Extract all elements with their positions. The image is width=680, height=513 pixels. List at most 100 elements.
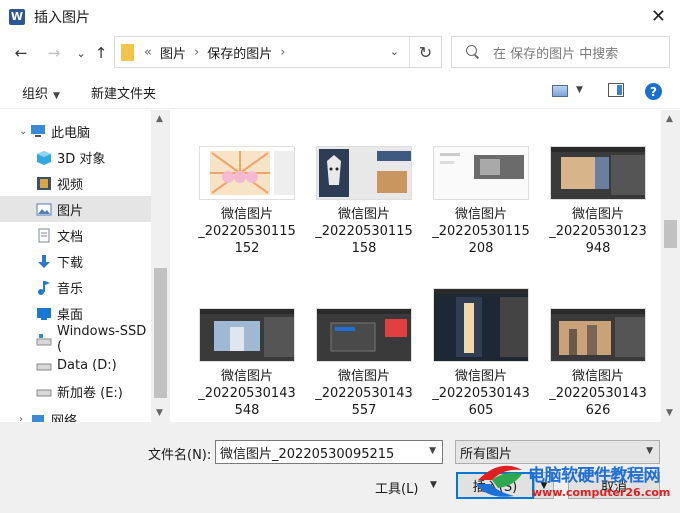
sidebar-item-label: Data (D:): [57, 357, 117, 373]
help-icon[interactable]: ?: [645, 83, 662, 100]
file-name: 微信图片 _20220530143 626: [549, 369, 647, 418]
navigation-bar: ← → ⌄ ↑ « 图片 › 保存的图片 › ⌄ ↻ 在 保存的图片 中搜索: [0, 33, 680, 73]
sidebar-item-windows-ssd[interactable]: Windows-SSD (: [0, 324, 151, 354]
file-list-scrollbar[interactable]: ▲ ▼: [661, 110, 680, 422]
desktop-icon: [36, 306, 52, 321]
sidebar-item-videos[interactable]: 视频: [0, 170, 151, 196]
preview-pane-icon[interactable]: [608, 83, 624, 97]
sidebar-item-data-d[interactable]: Data (D:): [0, 352, 151, 378]
cube-3d-icon: [36, 150, 52, 165]
chevron-down-icon[interactable]: ⌄: [19, 126, 27, 137]
scrollbar-thumb[interactable]: [664, 220, 677, 248]
search-icon: [466, 45, 480, 59]
new-folder-button[interactable]: 新建文件夹: [91, 83, 156, 102]
sidebar-item-documents[interactable]: 文档: [0, 222, 151, 248]
sidebar-item-3d-objects[interactable]: 3D 对象: [0, 144, 151, 170]
sidebar-item-label: 下载: [57, 255, 84, 271]
sidebar-item-label: 文档: [57, 229, 84, 245]
sidebar-item-label: 此电脑: [51, 125, 91, 141]
sidebar-item-this-pc[interactable]: ⌄ 此电脑: [0, 118, 151, 144]
drive-windows-icon: [36, 332, 52, 347]
command-toolbar: 组织 ▼ 新建文件夹 ▼ ?: [0, 73, 680, 109]
sidebar-item-label: 新加卷 (E:): [57, 385, 123, 401]
network-icon: [30, 412, 46, 423]
video-icon: [36, 176, 52, 191]
word-app-icon: W: [9, 8, 25, 25]
up-button[interactable]: ↑: [90, 42, 112, 64]
thumbnail-image: [433, 288, 529, 362]
organize-button[interactable]: 组织 ▼: [22, 83, 60, 102]
scroll-up-icon[interactable]: ▲: [666, 114, 673, 124]
title-bar: W 插入图片 ✕: [0, 0, 680, 33]
caret-down-icon: ▼: [53, 91, 60, 101]
sidebar-item-desktop[interactable]: 桌面: [0, 300, 151, 326]
computer-icon: [30, 124, 46, 139]
file-name: 微信图片 _20220530143 557: [315, 369, 413, 418]
caret-down-icon[interactable]: ▼: [430, 480, 437, 490]
folder-icon: [121, 43, 134, 61]
music-icon: [36, 280, 52, 295]
sidebar-item-label: 图片: [57, 203, 84, 219]
thumbnail-image: [550, 146, 646, 200]
sidebar-scrollbar[interactable]: ▲ ▼: [151, 110, 170, 422]
watermark-logo: [476, 465, 522, 497]
thumbnail-image: [550, 308, 646, 362]
filename-input[interactable]: 微信图片_20220530095215 ▼: [215, 440, 443, 464]
watermark: 电脑软硬件教程网 www.computer26.com: [474, 458, 680, 513]
scroll-down-icon[interactable]: ▼: [156, 408, 163, 418]
sidebar-item-music[interactable]: 音乐: [0, 274, 151, 300]
chevron-right-icon[interactable]: ›: [280, 45, 285, 60]
sidebar-item-label: Windows-SSD (: [57, 324, 147, 354]
chevron-down-icon[interactable]: ▼: [646, 446, 653, 456]
sidebar-item-label: 桌面: [57, 307, 84, 323]
sidebar-item-label: 3D 对象: [57, 151, 106, 167]
thumbnail-image: [316, 308, 412, 362]
watermark-url: www.computer26.com: [532, 486, 671, 499]
thumbnail-image: [433, 146, 529, 200]
file-list: 微信图片 _20220530115 152 微信图片 _20220530115 …: [170, 110, 661, 422]
file-name: 微信图片 _20220530115 152: [198, 207, 296, 256]
refresh-button[interactable]: ↻: [409, 37, 441, 67]
change-view-icon[interactable]: [552, 85, 568, 97]
breadcrumb-pictures[interactable]: 图片: [160, 43, 186, 62]
chevron-down-icon[interactable]: ⌄: [390, 45, 399, 58]
breadcrumb-overflow[interactable]: «: [144, 45, 152, 60]
scroll-up-icon[interactable]: ▲: [156, 114, 163, 124]
navigation-pane: ⌄ 此电脑 3D 对象 视频 图片 文档 下载 音乐 桌面 Windows-SS…: [0, 110, 170, 422]
file-name: 微信图片 _20220530123 948: [549, 207, 647, 256]
chevron-right-icon[interactable]: ›: [19, 414, 23, 423]
tools-button[interactable]: 工具(L): [375, 478, 418, 497]
chevron-down-icon[interactable]: ▼: [429, 446, 436, 456]
filename-label: 文件名(N):: [148, 448, 212, 463]
breadcrumb-saved-pictures[interactable]: 保存的图片: [207, 43, 272, 62]
organize-label: 组织: [22, 87, 49, 102]
sidebar-item-volume-e[interactable]: 新加卷 (E:): [0, 378, 151, 404]
sidebar-item-pictures[interactable]: 图片: [0, 196, 151, 222]
forward-button[interactable]: →: [43, 42, 65, 64]
sidebar-item-label: 音乐: [57, 281, 84, 297]
thumbnail-image: [199, 146, 295, 200]
address-bar[interactable]: « 图片 › 保存的图片 › ⌄ ↻: [114, 36, 442, 68]
search-input[interactable]: 在 保存的图片 中搜索: [493, 43, 618, 62]
caret-down-icon[interactable]: ▼: [576, 85, 583, 95]
filename-value: 微信图片_20220530095215: [220, 446, 395, 462]
thumbnail-image: [199, 308, 295, 362]
file-name: 微信图片 _20220530143 605: [432, 369, 530, 418]
scrollbar-thumb[interactable]: [154, 268, 167, 398]
chevron-right-icon[interactable]: ›: [194, 45, 199, 60]
watermark-text: 电脑软硬件教程网: [528, 466, 661, 486]
back-button[interactable]: ←: [10, 42, 32, 64]
document-icon: [36, 228, 52, 243]
sidebar-item-network[interactable]: › 网络: [0, 406, 151, 423]
drive-icon: [36, 358, 52, 373]
sidebar-item-downloads[interactable]: 下载: [0, 248, 151, 274]
scroll-down-icon[interactable]: ▼: [666, 408, 673, 418]
search-box[interactable]: 在 保存的图片 中搜索: [451, 36, 670, 68]
sidebar-item-label: 网络: [51, 413, 78, 423]
pictures-icon: [36, 202, 52, 217]
close-icon[interactable]: ✕: [651, 6, 666, 27]
window-title: 插入图片: [34, 9, 90, 26]
recent-locations-button[interactable]: ⌄: [70, 42, 92, 64]
download-icon: [36, 254, 52, 269]
drive-icon: [36, 384, 52, 399]
